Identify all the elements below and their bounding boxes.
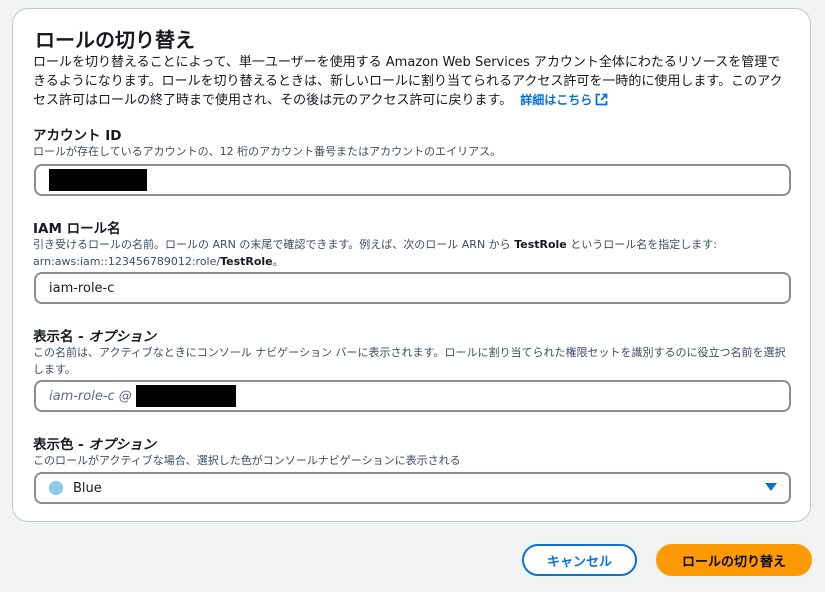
description-text: ロールを切り替えることによって、単一ユーザーを使用する Amazon Web S… — [33, 55, 783, 108]
color-swatch — [49, 481, 63, 495]
display-name-input[interactable]: iam-role-c @ — [34, 380, 791, 412]
display-name-placeholder: iam-role-c @ — [49, 388, 132, 404]
display-color-select[interactable]: Blue — [34, 472, 791, 504]
switch-role-panel: ロールの切り替え ロールを切り替えることによって、単一ユーザーを使用する Ama… — [12, 8, 811, 522]
display-name-label-text: 表示名 — [33, 329, 74, 345]
cancel-button[interactable]: キャンセル — [522, 544, 637, 576]
iam-role-hint-bold: TestRole — [220, 255, 273, 268]
iam-role-hint: 引き受けるロールの名前。ロールの ARN の末尾で確認できます。例えば、次のロー… — [33, 236, 793, 270]
display-color-value: Blue — [73, 480, 102, 496]
display-name-label: 表示名 - オプション — [33, 325, 156, 345]
display-color-hint: このロールがアクティブな場合、選択した色がコンソールナビゲーションに表示される — [33, 454, 461, 467]
account-id-hint: ロールが存在しているアカウントの、12 桁のアカウント番号またはアカウントのエイ… — [33, 145, 502, 158]
iam-role-hint-part: 。 — [272, 255, 284, 268]
display-color-label: 表示色 - オプション — [33, 433, 156, 453]
display-name-hint: この名前は、アクティブなときにコンソール ナビゲーション バーに表示されます。ロ… — [33, 346, 786, 376]
iam-role-value: iam-role-c — [49, 280, 115, 296]
details-link-label: 詳細はこちら — [520, 93, 593, 107]
page-description: ロールを切り替えることによって、単一ユーザーを使用する Amazon Web S… — [33, 53, 793, 110]
page-title: ロールの切り替え — [35, 28, 195, 52]
external-link-icon — [595, 93, 608, 106]
iam-role-label: IAM ロール名 — [33, 221, 121, 237]
account-id-label: アカウント ID — [33, 128, 122, 144]
caret-down-icon — [765, 483, 777, 491]
iam-role-hint-part: 引き受けるロールの名前。ロールの ARN の末尾で確認できます。例えば、次のロー… — [33, 238, 515, 251]
display-color-label-text: 表示色 — [33, 437, 74, 453]
optional-tag: - オプション — [73, 329, 157, 345]
iam-role-input[interactable]: iam-role-c — [34, 272, 791, 304]
redacted-account-id — [135, 385, 236, 407]
account-id-input[interactable] — [34, 164, 791, 196]
optional-tag: - オプション — [73, 437, 157, 453]
switch-role-button[interactable]: ロールの切り替え — [656, 544, 812, 576]
details-link[interactable]: 詳細はこちら — [520, 93, 608, 107]
redacted-account-id — [49, 169, 147, 191]
iam-role-hint-bold: TestRole — [514, 238, 567, 251]
